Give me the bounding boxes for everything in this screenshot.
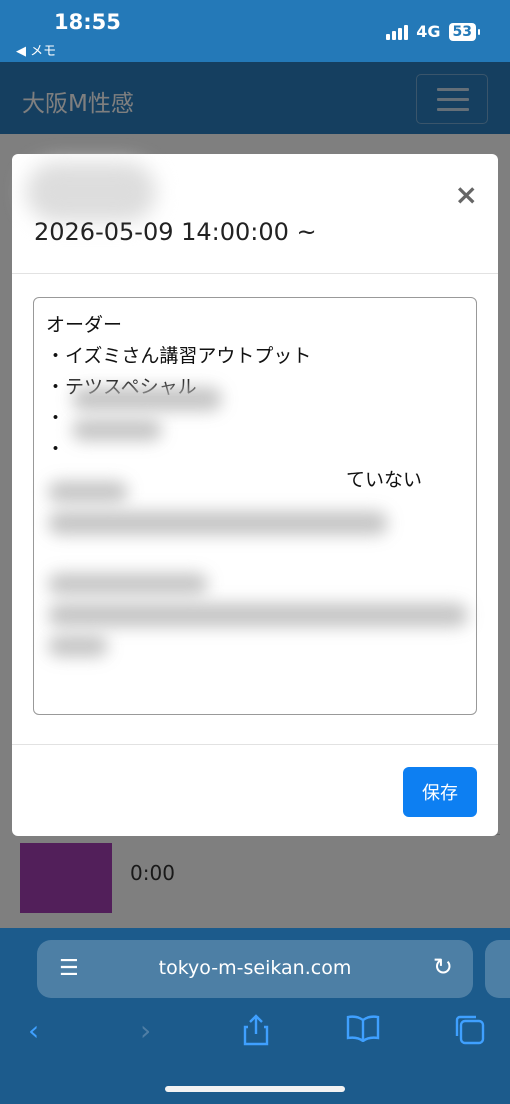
redacted-text [72,387,222,411]
modal-title: 2026-05-09 14:00:00 ~ [34,218,317,246]
back-to-app-link[interactable]: ◀ メモ [16,40,56,59]
memo-line: ・イズミさん講習アウトプット [46,345,312,367]
memo-line: オーダー [46,314,123,336]
modal-body: オーダー ・イズミさん講習アウトプット ・テツスペシャル ・ ・ ていない [12,275,498,745]
signal-icon [386,24,409,40]
status-time: 18:55 [54,10,121,34]
address-bar[interactable]: ☰ tokyo-m-seikan.com ↻ [37,940,473,998]
next-tab-peek[interactable] [485,940,510,998]
status-indicators: 4G 53 [386,22,481,41]
redacted-text [48,573,208,595]
status-bar: 18:55 ◀ メモ 4G 53 [0,0,510,62]
tabs-icon[interactable] [454,1014,486,1053]
battery-icon: 53 [448,22,481,41]
share-icon[interactable] [242,1014,270,1053]
redacted-text [48,511,388,535]
memo-modal: 2026-05-09 14:00:00 ~ × オーダー ・イズミさん講習アウト… [12,154,498,836]
reload-icon[interactable]: ↻ [433,953,453,981]
save-button[interactable]: 保存 [403,767,477,817]
redacted-text [48,603,468,627]
modal-header: 2026-05-09 14:00:00 ~ × [12,154,498,274]
url-text[interactable]: tokyo-m-seikan.com [37,957,473,979]
redacted-name [26,162,156,222]
forward-icon[interactable]: › [140,1014,151,1047]
back-icon[interactable]: ‹ [28,1014,39,1047]
browser-toolbar: ☰ tokyo-m-seikan.com ↻ ‹ › [0,928,510,1104]
redacted-text [48,481,128,503]
redacted-text [48,635,108,657]
close-button[interactable]: × [455,178,478,211]
bookmarks-icon[interactable] [346,1014,380,1049]
network-type: 4G [416,22,441,41]
home-indicator [165,1086,345,1092]
modal-footer: 保存 [12,744,498,836]
redacted-text [72,419,162,441]
